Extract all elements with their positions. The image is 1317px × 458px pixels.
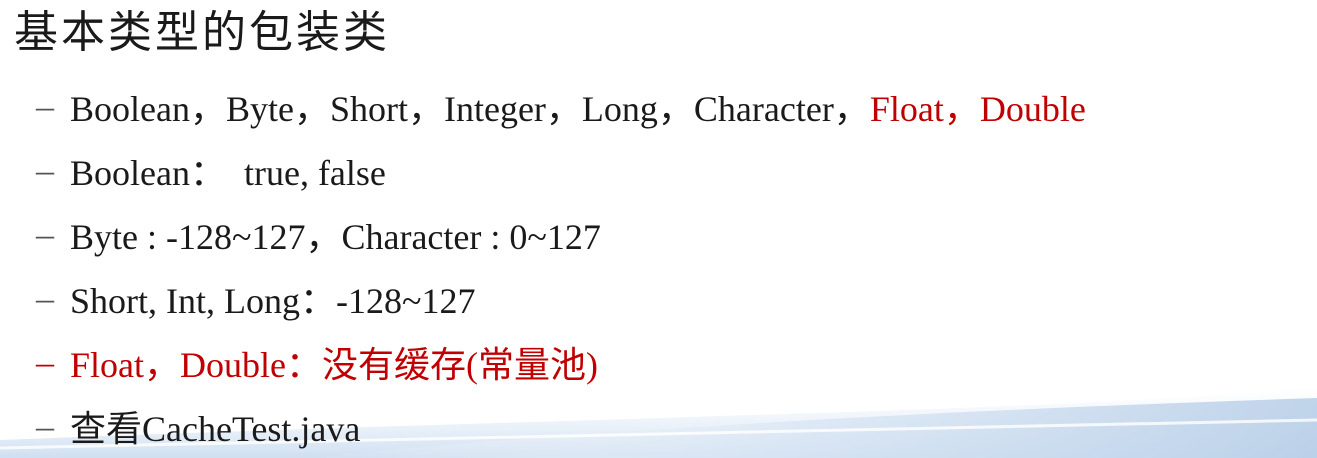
bullet-dash: – <box>36 150 54 190</box>
slide: 基本类型的包装类 – Boolean，Byte，Short，Integer，Lo… <box>0 0 1317 458</box>
bullet-list: – Boolean，Byte，Short，Integer，Long，Charac… <box>36 74 1086 458</box>
bullet-dash: – <box>36 214 54 254</box>
bullet-text: Byte : -128~127，Character : 0~127 <box>70 217 601 257</box>
bullet-text: Boolean，Byte，Short，Integer，Long，Characte… <box>70 89 870 129</box>
bullet-text: 查看CacheTest.java <box>70 409 361 449</box>
bullet-short-int-long-cache: – Short, Int, Long：-128~127 <box>36 266 1086 330</box>
bullet-dash: – <box>36 86 54 126</box>
bullet-dash: – <box>36 406 54 446</box>
bullet-highlight-float-double: Float，Double <box>869 89 1086 129</box>
bullet-text: Short, Int, Long：-128~127 <box>70 281 476 321</box>
slide-title: 基本类型的包装类 <box>14 8 390 57</box>
bullet-wrapper-classes: – Boolean，Byte，Short，Integer，Long，Charac… <box>36 74 1086 138</box>
bullet-see-cachetest: – 查看CacheTest.java <box>36 394 1086 458</box>
bullet-text: Float，Double：没有缓存(常量池) <box>70 345 598 385</box>
bullet-float-double-no-cache: – Float，Double：没有缓存(常量池) <box>36 330 1086 394</box>
bullet-text: Boolean： true, false <box>70 153 386 193</box>
bullet-byte-character-cache: – Byte : -128~127，Character : 0~127 <box>36 202 1086 266</box>
bullet-boolean-cache: – Boolean： true, false <box>36 138 1086 202</box>
bullet-dash: – <box>36 278 54 318</box>
bullet-dash: – <box>36 342 54 382</box>
